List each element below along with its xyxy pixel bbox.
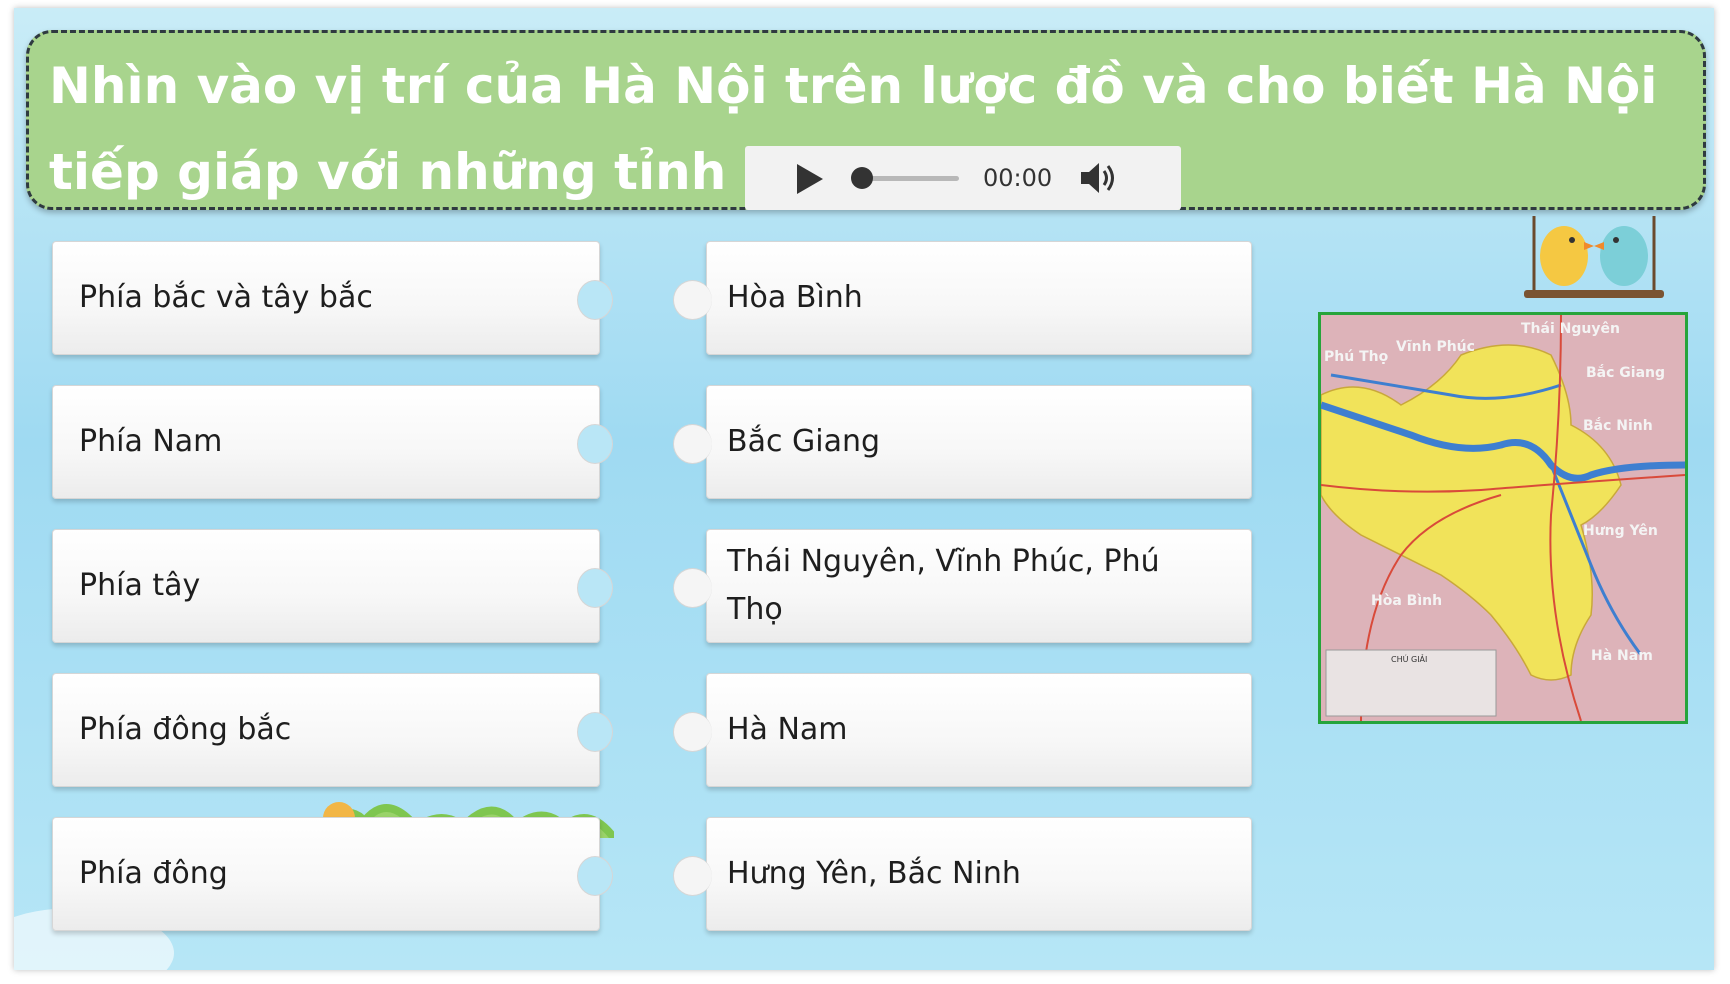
puzzle-notch: [577, 712, 613, 752]
hanoi-map-image: Thái Nguyên Vĩnh Phúc Phú Thọ Bắc Giang …: [1318, 312, 1688, 724]
left-card[interactable]: Phía Nam: [52, 385, 613, 499]
left-card[interactable]: Phía đông bắc: [52, 673, 613, 787]
puzzle-tab: [673, 856, 712, 896]
left-card-label: Phía đông bắc: [79, 712, 292, 747]
audio-seek-thumb[interactable]: [851, 167, 873, 189]
map-label-ha-nam: Hà Nam: [1591, 648, 1653, 664]
map-label-hoa-binh: Hòa Bình: [1371, 593, 1442, 609]
map-label-vinh-phuc: Vĩnh Phúc: [1396, 339, 1475, 355]
puzzle-tab: [673, 712, 712, 752]
right-card-label: Thái Nguyên, Vĩnh Phúc, Phú Thọ: [727, 544, 1160, 627]
right-card[interactable]: Bắc Giang: [673, 385, 1252, 499]
slide-stage: Nhìn vào vị trí của Hà Nội trên lược đồ …: [14, 8, 1714, 970]
left-card[interactable]: Phía bắc và tây bắc: [52, 241, 613, 355]
map-label-phu-tho: Phú Thọ: [1324, 349, 1389, 365]
right-card[interactable]: Thái Nguyên, Vĩnh Phúc, Phú Thọ: [673, 529, 1252, 643]
puzzle-tab: [673, 280, 712, 320]
right-card-label: Hưng Yên, Bắc Ninh: [727, 856, 1021, 891]
right-card-label: Hòa Bình: [727, 280, 863, 315]
right-card[interactable]: Hưng Yên, Bắc Ninh: [673, 817, 1252, 931]
birds-decoration: [1524, 216, 1664, 298]
right-card-label: Bắc Giang: [727, 424, 881, 459]
puzzle-tab: [673, 568, 712, 608]
left-card[interactable]: Phía tây: [52, 529, 613, 643]
puzzle-notch: [577, 424, 613, 464]
left-card-label: Phía đông: [79, 856, 228, 891]
puzzle-tab: [673, 424, 712, 464]
left-card-label: Phía Nam: [79, 424, 223, 459]
map-label-bac-ninh: Bắc Ninh: [1583, 417, 1653, 434]
audio-seek-bar[interactable]: [861, 176, 959, 181]
question-panel: Nhìn vào vị trí của Hà Nội trên lược đồ …: [26, 30, 1706, 210]
map-label-bac-giang: Bắc Giang: [1586, 364, 1665, 381]
left-card-label: Phía bắc và tây bắc: [79, 280, 373, 315]
play-icon[interactable]: [797, 164, 823, 194]
puzzle-notch: [577, 280, 613, 320]
audio-time: 00:00: [983, 164, 1053, 192]
right-card[interactable]: Hòa Bình: [673, 241, 1252, 355]
right-card[interactable]: Hà Nam: [673, 673, 1252, 787]
hanoi-map: Thái Nguyên Vĩnh Phúc Phú Thọ Bắc Giang …: [1321, 315, 1685, 721]
map-label-thai-nguyen: Thái Nguyên: [1521, 321, 1620, 337]
map-legend-title: CHÚ GIẢI: [1391, 653, 1427, 664]
volume-icon[interactable]: [1079, 160, 1119, 196]
left-card-label: Phía tây: [79, 568, 201, 603]
audio-player[interactable]: 00:00: [745, 146, 1181, 210]
left-card[interactable]: Phía đông: [52, 817, 613, 931]
puzzle-notch: [577, 856, 613, 896]
map-label-hung-yen: Hưng Yên: [1583, 523, 1658, 539]
puzzle-notch: [577, 568, 613, 608]
right-card-label: Hà Nam: [727, 712, 848, 747]
